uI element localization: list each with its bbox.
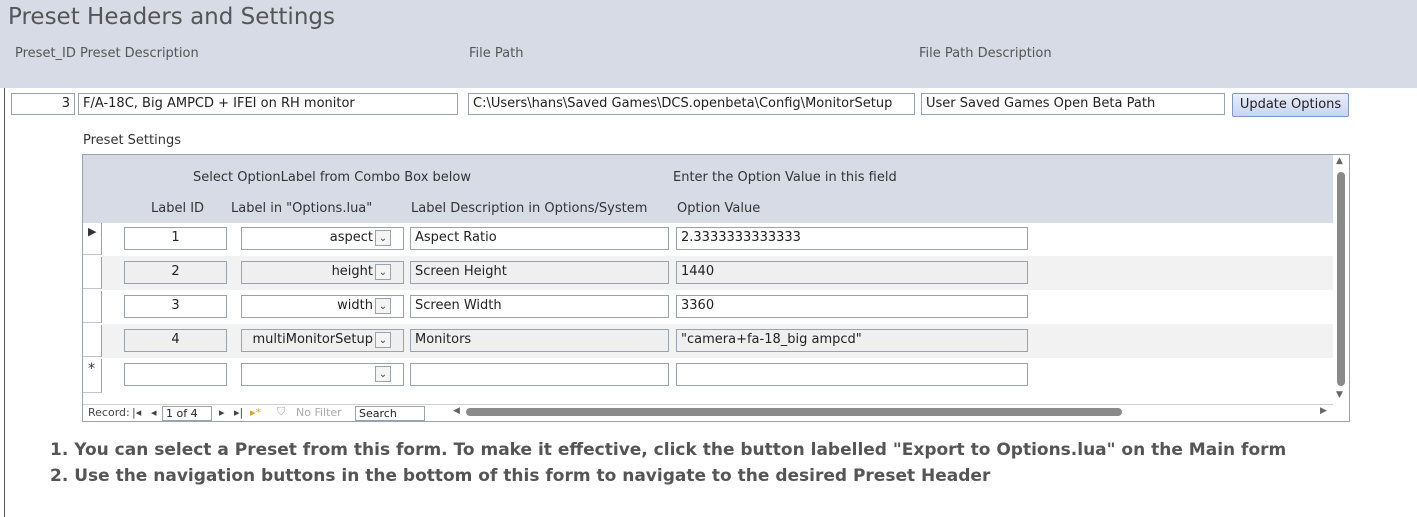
file-path-header: File Path [469, 46, 524, 61]
new-option-value-field[interactable] [676, 363, 1028, 386]
new-label-id-field[interactable] [124, 363, 227, 386]
chevron-down-icon[interactable]: ⌄ [375, 264, 391, 280]
option-value-field[interactable]: 1440 [676, 261, 1028, 284]
chevron-down-icon[interactable]: ⌄ [375, 230, 391, 246]
vertical-scroll-thumb[interactable] [1337, 172, 1345, 386]
chevron-down-icon[interactable]: ⌄ [375, 332, 391, 348]
current-record-icon: ▶ [88, 225, 97, 238]
option-value-header: Option Value [677, 201, 761, 216]
scroll-right-icon[interactable]: ▶ [1320, 406, 1327, 416]
record-selector[interactable] [83, 325, 102, 357]
preset-description-header: Preset Description [80, 46, 199, 61]
update-options-button[interactable]: Update Options [1232, 93, 1349, 117]
label-id-field[interactable]: 2 [124, 261, 227, 284]
record-selector[interactable]: ▶ [83, 223, 102, 255]
preset-settings-caption: Preset Settings [83, 133, 181, 148]
scroll-up-icon[interactable]: ▲ [1336, 156, 1343, 166]
next-record-button[interactable]: ▸ [219, 406, 225, 419]
filter-status[interactable]: No Filter [296, 406, 342, 419]
search-input[interactable]: Search [355, 406, 425, 421]
label-id-field[interactable]: 1 [124, 227, 227, 250]
label-id-header: Label ID [151, 201, 205, 216]
preset-id-field[interactable]: 3 [11, 93, 75, 115]
chevron-down-icon[interactable]: ⌄ [375, 366, 391, 382]
first-record-button[interactable]: |◂ [132, 406, 141, 419]
preset-description-field[interactable]: F/A-18C, Big AMPCD + IFEI on RH monitor [78, 93, 458, 115]
file-path-field[interactable]: C:\Users\hans\Saved Games\DCS.openbeta\C… [468, 93, 915, 115]
record-selector[interactable] [83, 291, 102, 323]
horizontal-scroll-thumb[interactable] [466, 408, 1122, 416]
instruction-note-2: 2. Use the navigation buttons in the bot… [50, 466, 991, 486]
previous-record-button[interactable]: ◂ [151, 406, 157, 419]
instruction-note-1: 1. You can select a Preset from this for… [50, 440, 1287, 460]
label-id-field[interactable]: 3 [124, 295, 227, 318]
value-hint: Enter the Option Value in this field [673, 170, 897, 185]
scroll-down-icon[interactable]: ▼ [1336, 390, 1343, 400]
option-label-value: width [337, 298, 373, 313]
combo-hint: Select OptionLabel from Combo Box below [193, 170, 471, 185]
new-label-description-field[interactable] [410, 363, 669, 386]
option-value-field[interactable]: 3360 [676, 295, 1028, 318]
preset-id-header: Preset_ID [15, 46, 76, 61]
form-left-border [4, 88, 5, 517]
label-description-field[interactable]: Screen Width [410, 295, 669, 318]
file-path-description-header: File Path Description [919, 46, 1052, 61]
new-record-selector[interactable]: * [83, 359, 102, 393]
option-label-value: height [331, 264, 373, 279]
label-lua-header: Label in "Options.lua" [231, 201, 373, 216]
new-record-icon: * [88, 361, 95, 377]
record-label: Record: [88, 406, 130, 419]
label-description-field[interactable]: Aspect Ratio [410, 227, 669, 250]
label-description-header: Label Description in Options/System [411, 201, 648, 216]
chevron-down-icon[interactable]: ⌄ [375, 298, 391, 314]
label-description-field[interactable]: Monitors [410, 329, 669, 352]
option-value-field[interactable]: "camera+fa-18_big ampcd" [676, 329, 1028, 352]
record-position-field[interactable]: 1 of 4 [162, 406, 212, 421]
last-record-button[interactable]: ▸| [234, 406, 243, 419]
label-description-field[interactable]: Screen Height [410, 261, 669, 284]
form-title: Preset Headers and Settings [8, 4, 335, 30]
new-record-button[interactable]: ▸* [250, 406, 261, 419]
option-value-field[interactable]: 2.3333333333333 [676, 227, 1028, 250]
file-path-description-field[interactable]: User Saved Games Open Beta Path [921, 93, 1225, 115]
label-id-field[interactable]: 4 [124, 329, 227, 352]
funnel-icon: ⛉ [277, 405, 286, 418]
option-label-value: multiMonitorSetup [252, 332, 373, 347]
option-label-value: aspect [329, 230, 373, 245]
record-selector[interactable] [83, 257, 102, 289]
scroll-left-icon[interactable]: ◀ [453, 406, 460, 416]
